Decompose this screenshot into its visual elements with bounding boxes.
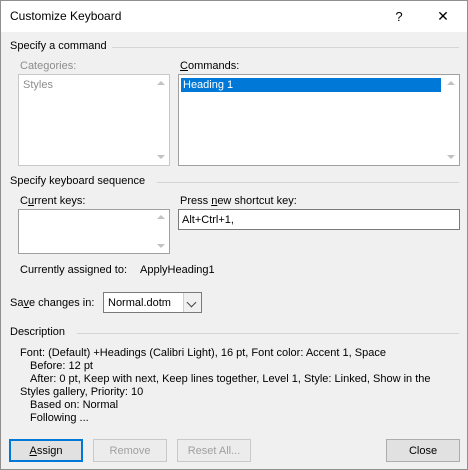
scroll-up-arrow-icon[interactable] xyxy=(447,81,455,85)
description-group-label: Description xyxy=(10,326,66,338)
current-keys-scrollbar[interactable] xyxy=(152,210,169,253)
help-button[interactable]: ? xyxy=(377,1,421,32)
commands-scrollbar[interactable] xyxy=(442,75,459,165)
dropdown-button[interactable] xyxy=(183,293,201,312)
currently-assigned-value: ApplyHeading1 xyxy=(140,264,215,276)
categories-scrollbar[interactable] xyxy=(152,75,169,165)
currently-assigned-label: Currently assigned to: xyxy=(20,264,127,276)
keyboard-sequence-divider xyxy=(157,182,459,183)
categories-listbox[interactable]: Styles xyxy=(18,74,170,166)
help-icon: ? xyxy=(395,9,403,24)
dialog-title: Customize Keyboard xyxy=(10,9,122,23)
assign-button-label: Assign xyxy=(29,444,63,457)
assign-button[interactable]: Assign xyxy=(9,439,83,462)
close-button-label: Close xyxy=(408,444,438,457)
remove-button[interactable]: Remove xyxy=(93,439,167,462)
new-shortcut-key-label: Press new shortcut key: xyxy=(180,195,297,207)
close-button[interactable]: Close xyxy=(386,439,460,462)
description-divider xyxy=(77,333,459,334)
chevron-down-icon xyxy=(186,297,197,308)
keyboard-sequence-group-label: Specify keyboard sequence xyxy=(10,175,146,187)
customize-keyboard-dialog: Customize Keyboard ? ✕ Specify a command… xyxy=(0,0,468,470)
description-line: Following ... xyxy=(30,412,89,424)
categories-item-styles[interactable]: Styles xyxy=(21,78,151,92)
categories-label: Categories: xyxy=(20,60,77,72)
scroll-down-arrow-icon[interactable] xyxy=(447,155,455,159)
scroll-down-arrow-icon[interactable] xyxy=(157,244,165,248)
reset-all-button[interactable]: Reset All... xyxy=(177,439,251,462)
close-window-button[interactable]: ✕ xyxy=(421,1,465,32)
commands-item-heading-1[interactable]: Heading 1 xyxy=(181,78,441,92)
current-keys-label: Current keys: xyxy=(20,195,86,207)
scroll-up-arrow-icon[interactable] xyxy=(157,215,165,219)
scroll-up-arrow-icon[interactable] xyxy=(157,81,165,85)
remove-button-label: Remove xyxy=(109,444,151,457)
specify-command-divider xyxy=(112,47,459,48)
new-shortcut-key-input[interactable]: Alt+Ctrl+1, xyxy=(178,209,460,230)
description-line: Styles gallery, Priority: 10 xyxy=(20,386,144,398)
scroll-down-arrow-icon[interactable] xyxy=(157,155,165,159)
reset-all-button-label: Reset All... xyxy=(187,444,241,457)
close-icon: ✕ xyxy=(437,8,449,24)
save-changes-label: Save changes in: xyxy=(10,297,95,309)
save-changes-value: Normal.dotm xyxy=(108,297,171,309)
description-line: Based on: Normal xyxy=(30,399,119,411)
commands-label: Commands: xyxy=(180,60,240,72)
save-changes-dropdown[interactable]: Normal.dotm xyxy=(103,292,202,313)
description-line: After: 0 pt, Keep with next, Keep lines … xyxy=(30,373,431,385)
current-keys-listbox[interactable] xyxy=(18,209,170,254)
description-line: Font: (Default) +Headings (Calibri Light… xyxy=(20,347,386,359)
commands-listbox[interactable]: Heading 1 xyxy=(178,74,460,166)
title-bar: Customize Keyboard ? ✕ xyxy=(1,1,467,32)
specify-command-group-label: Specify a command xyxy=(10,40,107,52)
description-line: Before: 12 pt xyxy=(30,360,93,372)
